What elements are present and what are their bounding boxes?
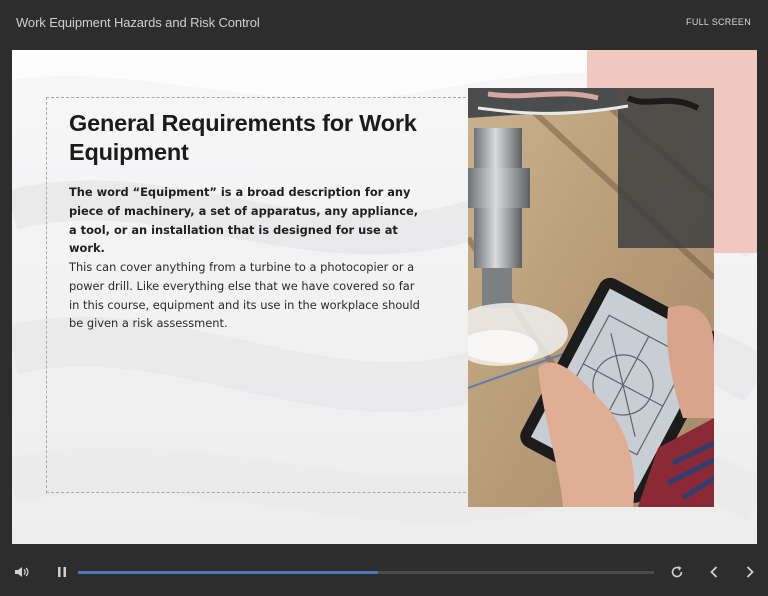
seek-bar[interactable] [78,571,654,574]
body-paragraph: This can cover anything from a turbine t… [69,260,420,331]
top-bar: Work Equipment Hazards and Risk Control … [0,0,768,48]
volume-icon[interactable] [14,565,30,579]
chevron-left-icon[interactable] [706,564,722,580]
slide-title: General Requirements for Work Equipment [69,110,417,165]
player-controls [0,548,768,596]
chevron-right-icon[interactable] [742,564,758,580]
replay-icon[interactable] [669,564,685,580]
seek-bar-progress [78,571,378,574]
fullscreen-button[interactable]: FULL SCREEN [686,17,751,27]
slide-canvas: General Requirements for Work Equipment … [12,50,757,544]
cnc-tablet-photo [468,88,714,507]
pause-icon[interactable] [55,565,69,579]
course-title: Work Equipment Hazards and Risk Control [16,15,260,30]
intro-paragraph: The word “Equipment” is a broad descript… [69,185,419,256]
